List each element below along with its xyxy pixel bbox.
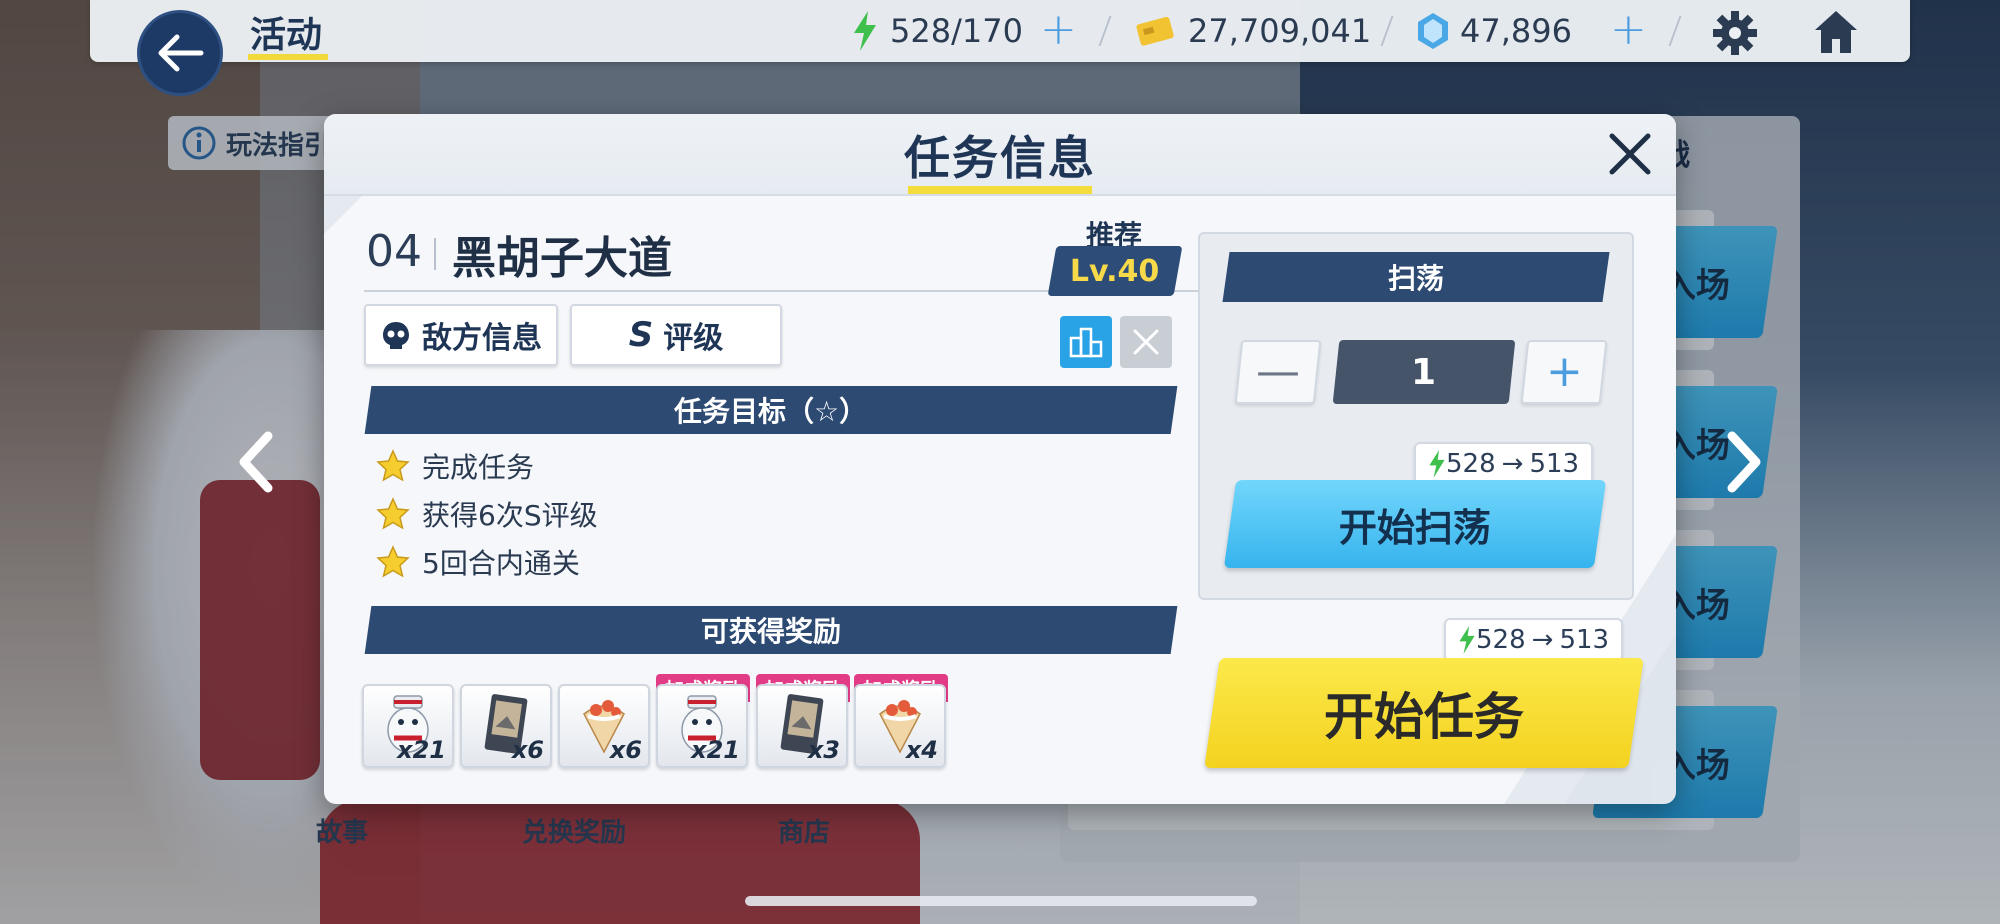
increase-button[interactable]: + — [1520, 340, 1608, 404]
back-button[interactable] — [137, 10, 223, 96]
enemy-info-button[interactable]: 敌方信息 — [364, 304, 558, 366]
sweep-cost-from: 528 — [1446, 449, 1496, 479]
start-mission-label: 开始任务 — [1324, 688, 1524, 746]
rewards-title: 可获得奖励 — [700, 615, 841, 648]
page-title: 活动 — [250, 15, 323, 56]
objective-item: 获得6次S评级 — [376, 494, 598, 534]
start-cost-from: 528 — [1476, 625, 1526, 655]
sweep-quantity: 1 — [1411, 351, 1437, 393]
start-cost-bubble: 528 → 513 — [1444, 618, 1624, 662]
reward-quantity: x21 — [691, 736, 740, 764]
terrain-button[interactable] — [1060, 316, 1112, 368]
title-underline — [908, 186, 1092, 194]
stage-name: 黑胡子大道 — [452, 233, 672, 284]
credit-card-icon — [1136, 16, 1174, 46]
close-icon — [1609, 133, 1651, 175]
home-icon — [1815, 11, 1857, 53]
objectives-header: 任务目标（☆） — [364, 386, 1178, 434]
prev-stage-button[interactable] — [226, 424, 286, 500]
reward-item-bonus[interactable]: x4 — [854, 684, 946, 768]
city-building-icon — [1069, 327, 1103, 358]
chevron-right-icon — [1727, 431, 1761, 493]
add-gems-button[interactable]: + — [1610, 8, 1647, 52]
objective-text: 完成任务 — [422, 451, 535, 484]
recommend-level: Lv.40 — [1070, 253, 1160, 289]
mission-info-dialog: 任务信息 04 黑胡子大道 推荐 Lv.40 敌方信息 S 评级 任务目标（☆）… — [324, 114, 1676, 804]
reward-item[interactable]: x21 — [362, 684, 454, 768]
add-stamina-button[interactable]: + — [1040, 8, 1077, 52]
back-arrow-icon — [158, 34, 204, 72]
page-title-underline — [248, 54, 328, 60]
arrow-right-icon: → — [1501, 449, 1524, 479]
reward-item-bonus[interactable]: x3 — [756, 684, 848, 768]
gem-icon — [1418, 13, 1448, 49]
chevron-left-icon — [239, 431, 273, 493]
s-rank-icon: S — [628, 315, 654, 355]
rewards-header: 可获得奖励 — [364, 606, 1178, 654]
reward-quantity: x4 — [905, 736, 938, 764]
stamina-counter: 528/170 — [852, 0, 1023, 62]
lightning-icon — [1429, 450, 1445, 478]
rating-label: 评级 — [663, 321, 724, 356]
recommend-level-badge: Lv.40 — [1047, 246, 1183, 296]
objective-item: 5回合内通关 — [376, 542, 580, 582]
lightning-icon — [854, 11, 876, 51]
gems-value: 47,896 — [1460, 12, 1572, 50]
reward-item-bonus[interactable]: x21 — [656, 684, 748, 768]
minus-icon: — — [1256, 346, 1300, 397]
next-stage-button[interactable] — [1714, 424, 1774, 500]
start-sweep-label: 开始扫荡 — [1338, 505, 1491, 550]
objectives-title: 任务目标（☆） — [674, 395, 868, 428]
star-icon — [376, 449, 410, 482]
star-icon — [376, 497, 410, 530]
settings-button[interactable] — [1712, 10, 1758, 60]
reward-item[interactable]: x6 — [558, 684, 650, 768]
gems-counter: 47,896 — [1418, 0, 1572, 62]
objective-item: 完成任务 — [376, 446, 534, 486]
plus-icon: + — [1545, 346, 1583, 397]
star-icon — [376, 545, 410, 578]
reward-quantity: x3 — [807, 736, 840, 764]
dialog-title: 任务信息 — [904, 131, 1096, 185]
objective-text: 获得6次S评级 — [422, 499, 598, 532]
reward-quantity: x21 — [397, 736, 446, 764]
sweep-quantity-field[interactable]: 1 — [1332, 340, 1516, 404]
sweep-cost-to: 513 — [1529, 449, 1580, 479]
arrow-right-icon: → — [1531, 625, 1554, 655]
sweep-title: 扫荡 — [1387, 262, 1444, 295]
start-cost-to: 513 — [1559, 625, 1610, 655]
close-icon — [1133, 329, 1159, 355]
reward-quantity: x6 — [511, 736, 544, 764]
home-indicator[interactable] — [745, 896, 1257, 906]
objective-text: 5回合内通关 — [422, 547, 580, 580]
home-button[interactable] — [1812, 8, 1860, 60]
start-sweep-button[interactable]: 开始扫荡 — [1223, 480, 1607, 568]
enemy-info-label: 敌方信息 — [422, 321, 542, 356]
sweep-header: 扫荡 — [1222, 252, 1610, 302]
start-mission-button[interactable]: 开始任务 — [1204, 658, 1644, 768]
gear-icon — [1713, 11, 1757, 55]
stamina-value: 528/170 — [890, 12, 1023, 50]
credits-value: 27,709,041 — [1188, 12, 1372, 50]
credits-counter: 27,709,041 — [1136, 0, 1371, 62]
rating-button[interactable]: S 评级 — [570, 304, 782, 366]
stage-number: 04 — [366, 226, 422, 277]
enemy-skull-icon — [383, 322, 409, 349]
disabled-option-button[interactable] — [1120, 316, 1172, 368]
close-button[interactable] — [1602, 126, 1658, 182]
divider — [434, 238, 436, 270]
reward-item[interactable]: x6 — [460, 684, 552, 768]
lightning-icon — [1459, 626, 1475, 654]
reward-quantity: x6 — [609, 736, 642, 764]
decrease-button[interactable]: — — [1234, 340, 1322, 404]
